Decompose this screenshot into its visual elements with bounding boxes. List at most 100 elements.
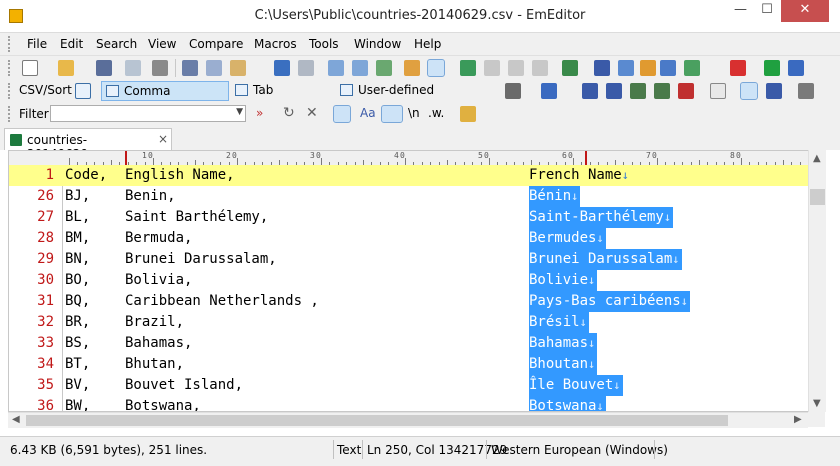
window-icon[interactable] bbox=[508, 60, 524, 76]
cell-french-name[interactable]: Bolivie↓ bbox=[529, 270, 598, 291]
cell-english-name[interactable]: Bahamas, bbox=[125, 333, 192, 354]
paste-icon[interactable] bbox=[230, 60, 246, 76]
cell-english-name[interactable]: Botswana, bbox=[125, 396, 201, 411]
copy-icon[interactable] bbox=[206, 60, 222, 76]
lock-icon[interactable] bbox=[460, 106, 476, 122]
horizontal-scroll-thumb[interactable] bbox=[26, 415, 728, 426]
scroll-down-icon[interactable]: ▼ bbox=[813, 398, 821, 409]
refresh-filter-icon[interactable]: ↻ bbox=[283, 105, 295, 121]
spell-check-icon[interactable] bbox=[684, 60, 700, 76]
sort-options-icon[interactable] bbox=[740, 82, 758, 100]
separator-settings-icon[interactable] bbox=[505, 83, 521, 99]
cell-english-name[interactable]: English Name, bbox=[125, 165, 235, 186]
cell-code[interactable]: BJ, bbox=[65, 186, 90, 207]
stop-macro-icon[interactable] bbox=[730, 60, 746, 76]
text-line[interactable]: 27 BL, Saint Barthélemy, Saint-Barthélemy↓ bbox=[9, 207, 808, 228]
tab-countries-csv[interactable]: countries-20140629.csv × bbox=[4, 128, 172, 161]
menu-file[interactable]: File bbox=[27, 37, 47, 51]
regex-icon[interactable] bbox=[381, 105, 403, 123]
chevron-down-icon[interactable]: ▼ bbox=[236, 107, 243, 117]
text-line[interactable]: 32 BR, Brazil, Brésil↓ bbox=[9, 312, 808, 333]
plugin-icon[interactable] bbox=[618, 60, 634, 76]
tab-separated-button[interactable]: Tab separated bbox=[231, 81, 335, 115]
filter-menu-chevron-icon[interactable]: » bbox=[256, 106, 263, 120]
cell-english-name[interactable]: Bhutan, bbox=[125, 354, 184, 375]
text-line[interactable]: 26 BJ, Benin, Bénin↓ bbox=[9, 186, 808, 207]
menu-search[interactable]: Search bbox=[96, 37, 137, 51]
cell-french-name[interactable]: Pays-Bas caribéens↓ bbox=[529, 291, 690, 312]
filter-icon[interactable] bbox=[427, 59, 445, 77]
clear-filter-icon[interactable]: ✕ bbox=[306, 105, 318, 121]
cell-french-name[interactable]: Bénin↓ bbox=[529, 186, 581, 207]
cell-code[interactable]: BW, bbox=[65, 396, 90, 411]
sort-length-icon[interactable] bbox=[678, 83, 694, 99]
select-column-icon[interactable] bbox=[541, 83, 557, 99]
menu-edit[interactable]: Edit bbox=[60, 37, 83, 51]
cell-code[interactable]: BN, bbox=[65, 249, 90, 270]
find-icon[interactable] bbox=[328, 60, 344, 76]
mode-status[interactable]: Text bbox=[337, 443, 361, 457]
toolbar-grip[interactable] bbox=[8, 60, 13, 76]
text-line[interactable]: 35 BV, Bouvet Island, Île Bouvet↓ bbox=[9, 375, 808, 396]
text-line[interactable]: 31 BQ, Caribbean Netherlands , Pays-Bas car… bbox=[9, 291, 808, 312]
cell-french-name[interactable]: Brunei Darussalam↓ bbox=[529, 249, 682, 270]
cell-code[interactable]: BQ, bbox=[65, 291, 90, 312]
menu-grip[interactable] bbox=[8, 36, 13, 52]
comma-separated-button[interactable]: Comma separated bbox=[101, 81, 229, 116]
text-line[interactable]: 33 BS, Bahamas, Bahamas↓ bbox=[9, 333, 808, 354]
text-line[interactable]: 28 BM, Bermuda, Bermudes↓ bbox=[9, 228, 808, 249]
cell-french-name[interactable]: Bermudes↓ bbox=[529, 228, 606, 249]
cell-code[interactable]: BS, bbox=[65, 333, 90, 354]
cell-english-name[interactable]: Caribbean Netherlands , bbox=[125, 291, 319, 312]
text-line[interactable]: 34 BT, Bhutan, Bhoutan↓ bbox=[9, 354, 808, 375]
tile-icon[interactable] bbox=[532, 60, 548, 76]
text-line[interactable]: 30 BO, Bolivia, Bolivie↓ bbox=[9, 270, 808, 291]
user-defined-separated-button[interactable]: User-defined separated bbox=[336, 81, 486, 115]
cut-icon[interactable] bbox=[182, 60, 198, 76]
new-file-icon[interactable] bbox=[22, 60, 38, 76]
toolbar-grip[interactable] bbox=[8, 106, 13, 122]
sort-more-icon[interactable] bbox=[798, 83, 814, 99]
column-icon[interactable] bbox=[460, 60, 476, 76]
cell-english-name[interactable]: Benin, bbox=[125, 186, 176, 207]
replace-icon[interactable] bbox=[376, 60, 392, 76]
close-button[interactable]: ✕ bbox=[781, 0, 829, 22]
scroll-left-icon[interactable]: ◀ bbox=[12, 414, 20, 425]
menu-compare[interactable]: Compare bbox=[189, 37, 243, 51]
encoding-status[interactable]: Western European (Windows) bbox=[491, 443, 668, 457]
cell-code[interactable]: Code, bbox=[65, 165, 107, 186]
find-next-icon[interactable] bbox=[352, 60, 368, 76]
menu-help[interactable]: Help bbox=[414, 37, 441, 51]
cell-code[interactable]: BL, bbox=[65, 207, 90, 228]
sort-numeric-asc-icon[interactable] bbox=[630, 83, 646, 99]
print-preview-icon[interactable] bbox=[125, 60, 141, 76]
cell-french-name[interactable]: Île Bouvet↓ bbox=[529, 375, 623, 396]
menu-window[interactable]: Window bbox=[354, 37, 401, 51]
cell-french-name[interactable]: Bhoutan↓ bbox=[529, 354, 598, 375]
print-icon[interactable] bbox=[152, 60, 168, 76]
cell-english-name[interactable]: Brunei Darussalam, bbox=[125, 249, 277, 270]
text-line[interactable]: 1 Code, English Name, French Name↓ bbox=[9, 165, 808, 186]
cell-code[interactable]: BT, bbox=[65, 354, 90, 375]
sort-z-a-icon[interactable] bbox=[606, 83, 622, 99]
cell-english-name[interactable]: Bermuda, bbox=[125, 228, 192, 249]
bookmark-icon[interactable] bbox=[562, 60, 578, 76]
minimize-button[interactable]: — bbox=[727, 0, 754, 22]
scroll-up-icon[interactable]: ▲ bbox=[813, 153, 821, 164]
menu-tools[interactable]: Tools bbox=[309, 37, 339, 51]
cell-french-name[interactable]: French Name↓ bbox=[529, 165, 631, 186]
match-case-icon[interactable]: Aa bbox=[360, 106, 376, 120]
toolbar-grip[interactable] bbox=[8, 83, 13, 99]
cell-french-name[interactable]: Botswana↓ bbox=[529, 396, 606, 411]
text-line[interactable]: 29 BN, Brunei Darussalam, Brunei Darussalam… bbox=[9, 249, 808, 270]
snippets-icon[interactable] bbox=[660, 60, 676, 76]
cell-code[interactable]: BM, bbox=[65, 228, 90, 249]
filter-match-icon[interactable] bbox=[333, 105, 351, 123]
cell-english-name[interactable]: Brazil, bbox=[125, 312, 184, 333]
open-folder-icon[interactable] bbox=[58, 60, 74, 76]
cell-code[interactable]: BR, bbox=[65, 312, 90, 333]
escape-sequence-option[interactable]: \n bbox=[408, 106, 420, 120]
cell-english-name[interactable]: Bouvet Island, bbox=[125, 375, 243, 396]
cell-english-name[interactable]: Bolivia, bbox=[125, 270, 192, 291]
horizontal-scrollbar[interactable]: ◀ ▶ bbox=[8, 412, 808, 428]
